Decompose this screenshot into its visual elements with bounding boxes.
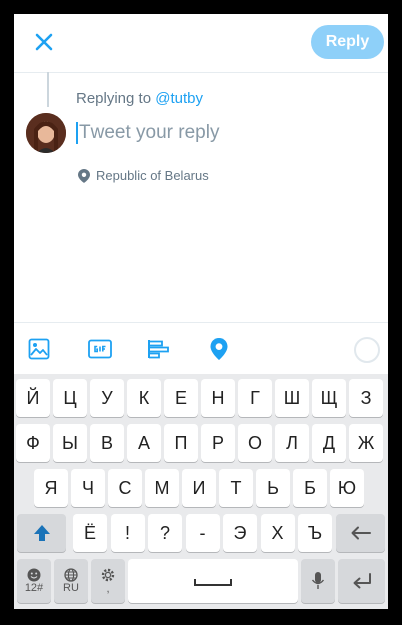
globe-icon <box>64 568 78 582</box>
key-row3-6[interactable]: Т <box>219 469 253 507</box>
key-row3-5[interactable]: И <box>182 469 216 507</box>
keyboard-row-4: Ё!? - Э Х Ъ <box>14 514 388 556</box>
poll-icon[interactable] <box>147 337 171 361</box>
key-row3-2[interactable]: Ч <box>71 469 105 507</box>
key-row3-3[interactable]: С <box>108 469 142 507</box>
location-label: Republic of Belarus <box>96 168 209 183</box>
emoji-key-sub: 12# <box>24 582 44 594</box>
key-row1-4[interactable]: К <box>127 379 161 417</box>
enter-arrow-icon <box>353 573 371 589</box>
key-row4-1[interactable]: Ё <box>73 514 107 552</box>
phone-frame: Reply Replying to @tutby Tweet your repl… <box>0 0 402 625</box>
key-row1-6[interactable]: Н <box>201 379 235 417</box>
language-key[interactable]: RU <box>54 559 88 603</box>
microphone-icon <box>311 572 325 589</box>
key-row1-9[interactable]: Щ <box>312 379 346 417</box>
gear-icon <box>101 568 115 582</box>
key-row2-7[interactable]: О <box>238 424 272 462</box>
settings-key[interactable]: , <box>91 559 125 603</box>
key-row4-3[interactable]: ? <box>148 514 182 552</box>
keyboard: ЙЦУКЕНГШЩЗ ФЫВАПРОЛДЖ ЯЧСМИТЬБЮ Ё!? - Э Х Ъ <box>14 374 388 609</box>
key-row2-1[interactable]: Ф <box>16 424 50 462</box>
key-row4-6[interactable]: Х <box>260 514 295 552</box>
key-row3-1[interactable]: Я <box>34 469 68 507</box>
key-row2-2[interactable]: Ы <box>53 424 87 462</box>
location-icon[interactable] <box>207 337 231 361</box>
key-row2-8[interactable]: Л <box>275 424 309 462</box>
gif-icon[interactable] <box>88 337 112 361</box>
shift-arrow-icon <box>33 525 50 541</box>
character-counter <box>354 337 380 363</box>
keyboard-row-1: ЙЦУКЕНГШЩЗ <box>14 379 388 421</box>
reply-button[interactable]: Reply <box>311 25 384 59</box>
space-bar-icon <box>194 579 232 586</box>
screen: Reply Replying to @tutby Tweet your repl… <box>14 14 388 609</box>
space-key[interactable] <box>128 559 298 603</box>
key-row1-7[interactable]: Г <box>238 379 272 417</box>
location-pin-icon <box>78 168 90 183</box>
key-row1-1[interactable]: Й <box>16 379 50 417</box>
key-row4-2[interactable]: ! <box>110 514 145 552</box>
key-row2-6[interactable]: Р <box>201 424 235 462</box>
key-row3-7[interactable]: Ь <box>256 469 290 507</box>
text-caret <box>76 122 78 144</box>
backspace-arrow-icon <box>351 526 371 540</box>
compose-toolbar <box>14 322 388 375</box>
key-row1-5[interactable]: Е <box>164 379 198 417</box>
replying-to: Replying to @tutby <box>76 90 203 107</box>
key-row3-4[interactable]: М <box>145 469 179 507</box>
key-row1-3[interactable]: У <box>90 379 124 417</box>
key-row2-9[interactable]: Д <box>312 424 346 462</box>
avatar[interactable] <box>26 113 66 153</box>
voice-key[interactable] <box>301 559 335 603</box>
key-row3-8[interactable]: Б <box>293 469 327 507</box>
key-row4-4[interactable]: - <box>185 514 220 552</box>
compose-header: Reply <box>14 14 388 73</box>
emoji-face-icon <box>27 568 41 582</box>
key-row1-10[interactable]: З <box>349 379 383 417</box>
tweet-reply-input[interactable]: Tweet your reply <box>76 122 219 144</box>
key-row2-10[interactable]: Ж <box>349 424 383 462</box>
replying-prefix: Replying to <box>76 90 156 107</box>
shift-key[interactable] <box>17 514 66 552</box>
key-row4-5[interactable]: Э <box>223 514 257 552</box>
replying-handle-link[interactable]: @tutby <box>155 90 203 107</box>
key-row3-9[interactable]: Ю <box>330 469 364 507</box>
key-row2-4[interactable]: А <box>127 424 161 462</box>
placeholder-text: weet your reply <box>90 122 220 143</box>
keyboard-row-2: ФЫВАПРОЛДЖ <box>14 424 388 466</box>
keyboard-row-3: ЯЧСМИТЬБЮ <box>14 469 388 511</box>
language-key-sub: RU <box>63 582 79 594</box>
placeholder-first-letter: T <box>79 122 91 143</box>
key-row4-7[interactable]: Ъ <box>298 514 332 552</box>
thread-line <box>47 72 49 107</box>
settings-key-sub: , <box>106 583 110 595</box>
key-row2-5[interactable]: П <box>164 424 198 462</box>
key-row1-8[interactable]: Ш <box>275 379 309 417</box>
enter-key[interactable] <box>338 559 385 603</box>
backspace-key[interactable] <box>336 514 385 552</box>
emoji-key[interactable]: 12# <box>17 559 51 603</box>
key-row1-2[interactable]: Ц <box>53 379 87 417</box>
location-tag[interactable]: Republic of Belarus <box>78 168 209 183</box>
close-icon[interactable] <box>30 28 58 56</box>
key-row2-3[interactable]: В <box>90 424 124 462</box>
image-icon[interactable] <box>27 337 51 361</box>
keyboard-row-5: 12# RU , <box>14 559 388 607</box>
